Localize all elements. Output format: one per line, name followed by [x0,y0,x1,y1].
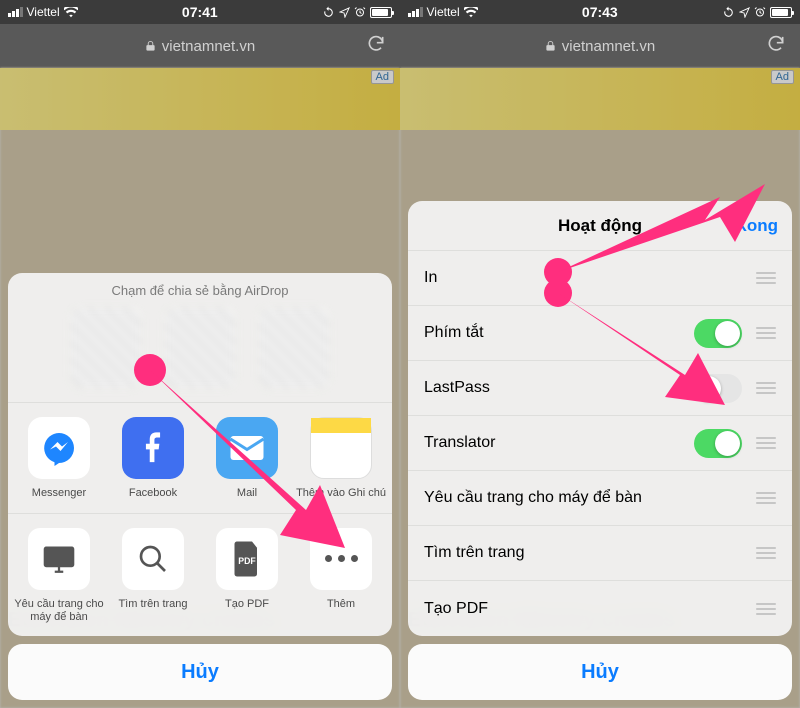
activity-row-translator[interactable]: Translator [408,416,792,471]
pdf-icon: PDF [216,528,278,590]
carrier-label: Viettel [27,5,60,19]
action-label: Yêu cầu trang cho máy để bàn [14,598,103,623]
status-bar: Viettel 07:41 [0,0,400,24]
clock: 07:43 [478,4,722,20]
drag-handle-icon[interactable] [756,327,776,339]
activities-title: Hoạt động [558,216,642,236]
share-app-mail[interactable]: Mail [200,417,294,500]
drag-handle-icon[interactable] [756,437,776,449]
activity-row-desktop-site[interactable]: Yêu cầu trang cho máy để bàn [408,471,792,526]
more-icon [310,528,372,590]
search-icon [122,528,184,590]
activity-label: In [424,269,437,287]
activity-row-print[interactable]: In [408,251,792,306]
app-label: Messenger [32,487,86,499]
location-icon [739,7,750,18]
activities-header: Hoạt động Xong [408,201,792,251]
activity-row-pdf[interactable]: Tạo PDF [408,581,792,636]
orientation-lock-icon [322,6,335,19]
app-label: Thêm vào Ghi chú [296,487,386,499]
share-app-facebook[interactable]: Facebook [106,417,200,500]
signal-icon [408,7,423,17]
reload-icon[interactable] [366,34,386,59]
wifi-icon [464,7,478,18]
desktop-icon [28,528,90,590]
toggle-lastpass[interactable] [694,374,742,403]
url-text: vietnamnet.vn [562,38,655,55]
orientation-lock-icon [722,6,735,19]
wifi-icon [64,7,78,18]
lock-icon [145,39,156,53]
activity-row-lastpass[interactable]: LastPass [408,361,792,416]
activity-label: Tạo PDF [424,600,488,618]
share-app-messenger[interactable]: Messenger [12,417,106,500]
cancel-button[interactable]: Hủy [8,644,392,700]
drag-handle-icon[interactable] [756,492,776,504]
activities-sheet: Hoạt động Xong In Phím tắt LastPass Tran… [408,201,792,700]
action-label: Thêm [327,598,355,610]
activity-label: Phím tắt [424,324,694,342]
activity-label: LastPass [424,379,694,397]
cancel-button[interactable]: Hủy [408,644,792,700]
battery-icon [770,7,792,18]
drag-handle-icon[interactable] [756,272,776,284]
airdrop-peer[interactable] [71,308,141,388]
airdrop-peer[interactable] [165,308,235,388]
location-icon [339,7,350,18]
toggle-shortcut[interactable] [694,319,742,348]
action-pdf[interactable]: PDF Tạo PDF [200,528,294,624]
svg-text:PDF: PDF [238,556,256,566]
airdrop-peer[interactable] [259,308,329,388]
action-label: Tìm trên trang [118,598,187,610]
phone-left: Viettel 07:41 vietnamnet.vn Ad Education… [0,0,400,708]
signal-icon [8,7,23,17]
activity-label: Tìm trên trang [424,544,524,562]
safari-address-bar[interactable]: vietnamnet.vn [400,24,800,68]
drag-handle-icon[interactable] [756,603,776,615]
alarm-icon [354,6,366,18]
battery-icon [370,7,392,18]
activity-row-shortcut[interactable]: Phím tắt [408,306,792,361]
app-row: Messenger Facebook Mail Thêm vào Ghi chú [8,402,392,512]
action-row: Yêu cầu trang cho máy để bàn Tìm trên tr… [8,513,392,636]
airdrop-row [8,302,392,402]
share-app-notes[interactable]: Thêm vào Ghi chú [294,417,388,500]
activity-row-find[interactable]: Tìm trên trang [408,526,792,581]
app-label: Facebook [129,487,177,499]
clock: 07:41 [78,4,322,20]
share-sheet: Chạm để chia sẻ bằng AirDrop Messenger F… [8,273,392,700]
airdrop-hint: Chạm để chia sẻ bằng AirDrop [8,273,392,302]
action-more[interactable]: Thêm [294,528,388,624]
action-find[interactable]: Tìm trên trang [106,528,200,624]
carrier-label: Viettel [427,5,460,19]
drag-handle-icon[interactable] [756,547,776,559]
reload-icon[interactable] [766,34,786,59]
activity-label: Translator [424,434,694,452]
status-bar: Viettel 07:43 [400,0,800,24]
lock-icon [545,39,556,53]
url-text: vietnamnet.vn [162,38,255,55]
action-desktop-site[interactable]: Yêu cầu trang cho máy để bàn [12,528,106,624]
safari-address-bar[interactable]: vietnamnet.vn [0,24,400,68]
done-button[interactable]: Xong [736,216,779,236]
action-label: Tạo PDF [225,598,269,610]
activity-label: Yêu cầu trang cho máy để bàn [424,489,642,507]
toggle-translator[interactable] [694,429,742,458]
app-label: Mail [237,487,257,499]
drag-handle-icon[interactable] [756,382,776,394]
phone-right: Viettel 07:43 vietnamnet.vn Ad Education… [400,0,800,708]
alarm-icon [754,6,766,18]
